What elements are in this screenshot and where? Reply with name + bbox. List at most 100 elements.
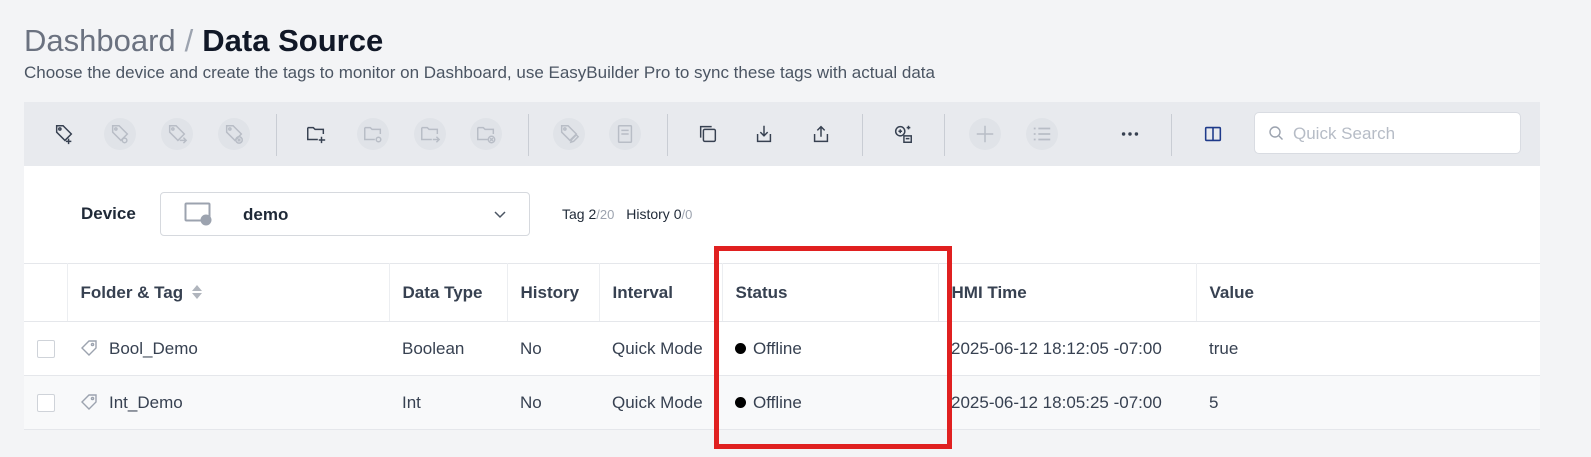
device-name: demo bbox=[243, 205, 289, 224]
tags-table: Folder & Tag Data Type History Interval … bbox=[24, 263, 1540, 430]
toolbar-divider bbox=[944, 114, 945, 156]
sort-icon[interactable] bbox=[191, 283, 203, 301]
tag-max: /20 bbox=[596, 207, 615, 222]
tag-delete-button[interactable] bbox=[218, 118, 250, 150]
history-count-label: History bbox=[626, 206, 670, 222]
add-folder-button[interactable] bbox=[300, 118, 332, 150]
export-button[interactable] bbox=[805, 118, 837, 150]
tag-icon bbox=[81, 339, 97, 356]
tag-icon bbox=[81, 393, 97, 410]
row-checkbox[interactable] bbox=[37, 394, 55, 413]
folder-settings-button[interactable] bbox=[357, 118, 389, 150]
data-type-cell: Int bbox=[389, 375, 507, 430]
toolbar-divider bbox=[1171, 114, 1172, 156]
list-icon bbox=[1033, 127, 1051, 141]
chevron-down-icon bbox=[494, 211, 506, 219]
copy-icon bbox=[699, 125, 717, 143]
device-label: Device bbox=[81, 204, 136, 223]
status-text: Offline bbox=[753, 338, 802, 358]
tag-delete-icon bbox=[225, 125, 243, 144]
search-input[interactable] bbox=[1291, 113, 1517, 155]
export-icon bbox=[813, 125, 829, 143]
column-header-hmi-time: HMI Time bbox=[938, 263, 1197, 322]
folder-move-button[interactable] bbox=[414, 118, 446, 150]
data-source-panel: Device demo Tag 2/20 History 0/0 Folder … bbox=[24, 166, 1540, 430]
history-cell: No bbox=[507, 375, 599, 430]
add-tag-icon bbox=[55, 125, 73, 145]
save-button[interactable] bbox=[609, 118, 641, 150]
device-dropdown[interactable]: demo bbox=[160, 192, 530, 236]
toolbar-divider bbox=[528, 114, 529, 156]
folder-move-icon bbox=[421, 126, 441, 143]
tag-edit-button[interactable] bbox=[553, 118, 585, 150]
toolbar-divider bbox=[276, 114, 277, 156]
usage-counts: Tag 2/20 History 0/0 bbox=[562, 206, 692, 222]
table-row[interactable]: Bool_Demo Boolean No Quick Mode Offline … bbox=[24, 321, 1540, 376]
add-tag-button[interactable] bbox=[48, 118, 80, 150]
more-button[interactable] bbox=[1114, 118, 1146, 150]
column-header-data-type: Data Type bbox=[389, 263, 508, 322]
value-cell: 5 bbox=[1196, 375, 1540, 430]
status-dot bbox=[735, 342, 746, 354]
sync-icon bbox=[894, 125, 912, 143]
status-cell: Offline bbox=[722, 321, 938, 376]
column-header-history: History bbox=[507, 263, 600, 322]
select-column-header bbox=[24, 263, 68, 322]
table-header-row: Folder & Tag Data Type History Interval … bbox=[24, 263, 1540, 322]
row-checkbox[interactable] bbox=[37, 340, 55, 359]
column-header-folder-tag[interactable]: Folder & Tag bbox=[67, 263, 390, 322]
column-header-interval: Interval bbox=[599, 263, 723, 322]
tag-settings-icon bbox=[111, 125, 129, 144]
more-icon bbox=[1121, 132, 1139, 136]
status-dot bbox=[735, 396, 746, 408]
add-folder-icon bbox=[307, 126, 326, 144]
row-select-cell bbox=[24, 321, 67, 376]
sync-button[interactable] bbox=[887, 118, 919, 150]
folder-delete-icon bbox=[477, 126, 496, 144]
tag-cell: Int_Demo bbox=[67, 375, 389, 430]
value-cell: true bbox=[1196, 321, 1540, 376]
interval-cell: Quick Mode bbox=[599, 321, 722, 376]
table-row[interactable]: Int_Demo Int No Quick Mode Offline 2025-… bbox=[24, 375, 1540, 430]
copy-button[interactable] bbox=[692, 118, 724, 150]
page-title: Data Source bbox=[202, 23, 384, 58]
breadcrumb-dashboard-link[interactable]: Dashboard bbox=[24, 23, 176, 58]
search-icon bbox=[1269, 126, 1283, 140]
tag-name: Bool_Demo bbox=[109, 338, 198, 358]
row-select-cell bbox=[24, 375, 67, 430]
data-type-cell: Boolean bbox=[389, 321, 507, 376]
save-icon bbox=[617, 125, 633, 143]
quick-search[interactable] bbox=[1254, 112, 1521, 155]
add-button[interactable] bbox=[969, 118, 1001, 150]
hmi-time-cell: 2025-06-12 18:12:05 -07:00 bbox=[938, 321, 1196, 376]
plus-icon bbox=[976, 125, 994, 143]
toolbar-divider bbox=[862, 114, 863, 156]
tag-name: Int_Demo bbox=[109, 392, 183, 412]
tag-settings-button[interactable] bbox=[104, 118, 136, 150]
folder-settings-icon bbox=[364, 126, 382, 143]
column-header-value: Value bbox=[1196, 263, 1540, 322]
column-layout-button[interactable] bbox=[1197, 118, 1229, 150]
folder-delete-button[interactable] bbox=[470, 118, 502, 150]
status-cell: Offline bbox=[722, 375, 938, 430]
column-header-status: Status bbox=[722, 263, 939, 322]
import-button[interactable] bbox=[748, 118, 780, 150]
interval-cell: Quick Mode bbox=[599, 375, 722, 430]
page-subtitle: Choose the device and create the tags to… bbox=[24, 63, 935, 82]
hmi-time-cell: 2025-06-12 18:05:25 -07:00 bbox=[938, 375, 1196, 430]
history-max: /0 bbox=[681, 207, 693, 222]
tag-cell: Bool_Demo bbox=[67, 321, 389, 376]
toolbar-divider bbox=[667, 114, 668, 156]
breadcrumb: Dashboard / Data Source bbox=[24, 22, 383, 60]
tag-move-icon bbox=[168, 125, 188, 144]
tag-count-label: Tag bbox=[562, 206, 585, 222]
status-text: Offline bbox=[753, 392, 802, 412]
tag-edit-icon bbox=[560, 125, 580, 144]
column-layout-icon bbox=[1204, 126, 1222, 142]
list-view-button[interactable] bbox=[1026, 118, 1058, 150]
breadcrumb-separator: / bbox=[184, 23, 194, 58]
history-cell: No bbox=[507, 321, 599, 376]
device-icon bbox=[184, 202, 212, 226]
import-icon bbox=[756, 125, 772, 143]
tag-move-button[interactable] bbox=[161, 118, 193, 150]
